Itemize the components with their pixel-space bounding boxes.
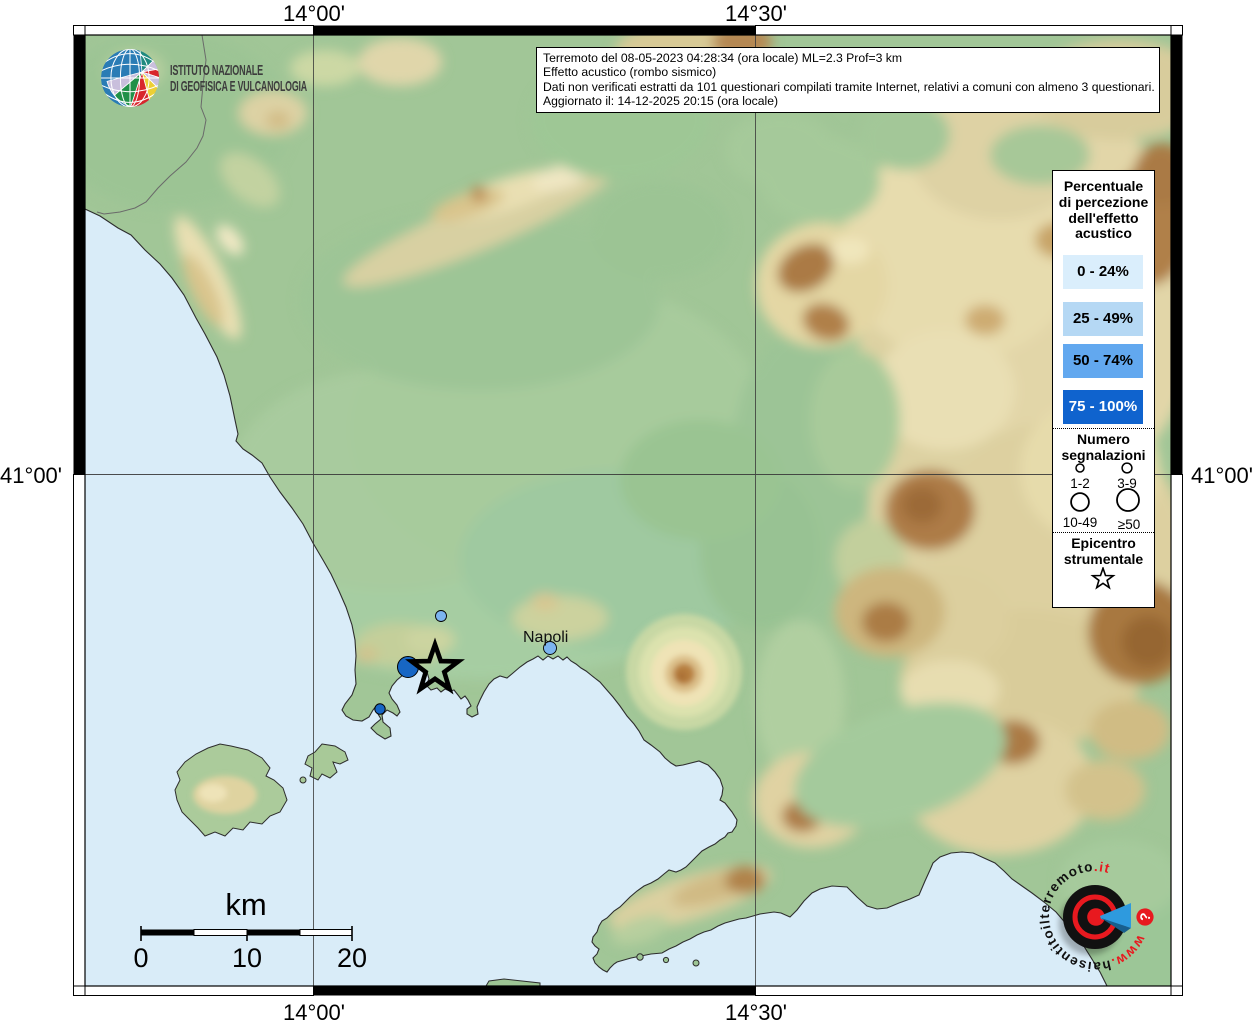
- svg-text:20: 20: [337, 943, 367, 973]
- svg-text:14°30': 14°30': [725, 1, 787, 26]
- svg-text:Napoli: Napoli: [523, 629, 568, 646]
- svg-text:14°00': 14°00': [283, 1, 345, 26]
- svg-text:41°00': 41°00': [1191, 463, 1253, 488]
- svg-text:10: 10: [232, 943, 262, 973]
- svg-text:14°30': 14°30': [725, 1000, 787, 1024]
- svg-text:km: km: [225, 887, 266, 922]
- svg-text:ISTITUTO NAZIONALE: ISTITUTO NAZIONALE: [170, 62, 263, 79]
- svg-text:0: 0: [133, 943, 148, 973]
- svg-text:14°00': 14°00': [283, 1000, 345, 1024]
- svg-text:DI GEOFISICA E VULCANOLOGIA: DI GEOFISICA E VULCANOLOGIA: [170, 78, 307, 95]
- svg-text:41°00': 41°00': [0, 463, 62, 488]
